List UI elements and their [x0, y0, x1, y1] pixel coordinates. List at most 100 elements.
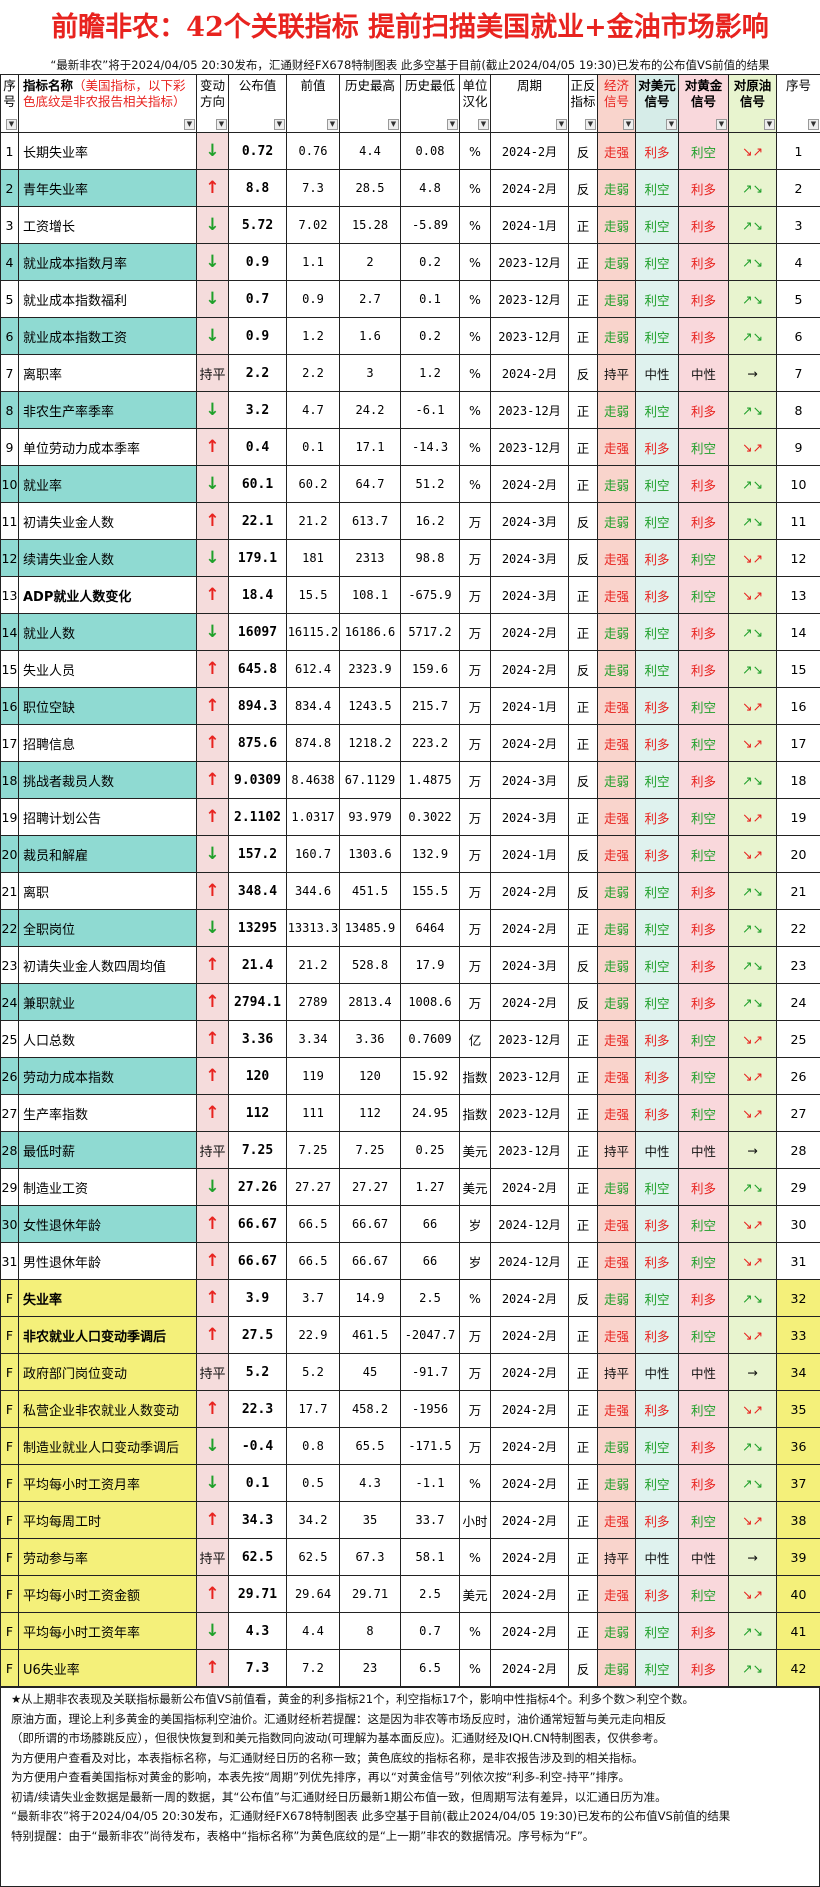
economic-signal: 走强	[597, 428, 636, 466]
previous-value: 181	[286, 539, 340, 577]
filter-dropdown-icon[interactable]: ▼	[216, 119, 227, 130]
table-row: F 平均每周工时 ↑ 34.3 34.2 35 33.7 小时 2024-2月正走强 利多 利空 ↘↗…	[0, 1501, 820, 1539]
period: 2024-2月	[490, 909, 569, 947]
change-direction: ↓	[196, 1168, 229, 1206]
unit: 万	[459, 983, 491, 1021]
historical-low: 58.1	[400, 1538, 460, 1576]
filter-dropdown-icon[interactable]: ▼	[478, 119, 489, 130]
arrow-up-icon: ↑	[205, 881, 220, 901]
filter-dropdown-icon[interactable]: ▼	[447, 119, 458, 130]
filter-dropdown-icon[interactable]: ▼	[6, 119, 17, 130]
historical-low: 5717.2	[400, 613, 460, 651]
row-number: 21	[776, 872, 820, 910]
row-number: 40	[776, 1575, 820, 1613]
arrow-down-icon: ↓	[205, 622, 220, 642]
indicator-name: 初请失业金人数	[18, 502, 197, 540]
period: 2024-2月	[490, 1279, 569, 1317]
filter-dropdown-icon[interactable]: ▼	[274, 119, 285, 130]
period: 2024-1月	[490, 206, 569, 244]
filter-dropdown-icon[interactable]: ▼	[623, 119, 634, 130]
unit: 万	[459, 946, 491, 984]
published-value: 3.9	[228, 1279, 287, 1317]
indicator-name: 挑战者裁员人数	[18, 761, 197, 799]
filter-dropdown-icon[interactable]: ▼	[388, 119, 399, 130]
historical-high: 14.9	[339, 1279, 401, 1317]
arrow-up-icon: ↑	[205, 1399, 220, 1419]
published-value: 0.7	[228, 280, 287, 318]
arrow-down-icon: ↓	[205, 918, 220, 938]
gold-signal: 利空	[678, 724, 729, 762]
filter-dropdown-icon[interactable]: ▼	[585, 119, 596, 130]
previous-value: 22.9	[286, 1316, 340, 1354]
pos-neg-indicator: 反	[568, 835, 598, 873]
period: 2023-12月	[490, 317, 569, 355]
filter-dropdown-icon[interactable]: ▼	[327, 119, 338, 130]
header-seq2: 序号 ▼	[776, 74, 820, 133]
header-period: 周期 ▼	[490, 74, 569, 133]
table-row: F 劳动参与率 持平 62.5 62.5 67.3 58.1% 2024-2月正持平 中性 中性 →…	[0, 1538, 820, 1576]
previous-value: 2.2	[286, 354, 340, 392]
previous-value: 0.9	[286, 280, 340, 318]
row-number: 33	[776, 1316, 820, 1354]
published-value: 7.3	[228, 1649, 287, 1687]
note-line: 原油方面，理论上利多黄金的美国指标利空油价。汇通财经析若提醒：这是因为非农等市场…	[11, 1711, 667, 1726]
period: 2024-2月	[490, 132, 569, 170]
change-direction: 持平	[196, 354, 229, 392]
previous-value: 612.4	[286, 650, 340, 688]
indicator-name: 就业成本指数工资	[18, 317, 197, 355]
flat-label: 持平	[199, 1366, 226, 1382]
historical-low: -14.3	[400, 428, 460, 466]
period: 2024-2月	[490, 1612, 569, 1650]
row-seq: F	[0, 1279, 19, 1317]
previous-value: 15.5	[286, 576, 340, 614]
table-row: 2 青年失业率 ↑ 8.8 7.3 28.5 4.8% 2024-2月反走弱 利空 利多 ↗↘ 2	[0, 169, 820, 207]
economic-signal: 走强	[597, 1205, 636, 1243]
historical-high: 66.67	[339, 1242, 401, 1280]
row-number: 25	[776, 1020, 820, 1058]
header-pn: 正反指标 ▼	[568, 74, 598, 133]
oil-signal: ↘↗	[728, 1242, 777, 1280]
economic-signal: 走弱	[597, 465, 636, 503]
filter-dropdown-icon[interactable]: ▼	[808, 119, 819, 130]
usd-signal: 利空	[635, 280, 679, 318]
indicator-name: 劳动力成本指数	[18, 1057, 197, 1095]
arrow-down-icon: ↓	[205, 215, 220, 235]
previous-value: 344.6	[286, 872, 340, 910]
row-number: 41	[776, 1612, 820, 1650]
table-row: 7 离职率 持平 2.2 2.2 3 1.2% 2024-2月反持平 中性 中性 → 7	[0, 354, 820, 392]
previous-value: 7.25	[286, 1131, 340, 1169]
filter-dropdown-icon[interactable]: ▼	[666, 119, 677, 130]
row-number: 32	[776, 1279, 820, 1317]
row-seq: 4	[0, 243, 19, 281]
note-line: （即所谓的市场膝跳反应），但很快恢复到和美元指数同向波动(可理解为基本面反应)。…	[11, 1731, 665, 1745]
arrow-up-icon: ↑	[205, 178, 220, 198]
economic-signal: 走强	[597, 1575, 636, 1613]
pos-neg-indicator: 正	[568, 613, 598, 651]
published-value: 60.1	[228, 465, 287, 503]
historical-low: 215.7	[400, 687, 460, 725]
pos-neg-indicator: 正	[568, 1094, 598, 1132]
oil-signal: ↗↘	[728, 1464, 777, 1502]
row-number: 14	[776, 613, 820, 651]
usd-signal: 利空	[635, 946, 679, 984]
pos-neg-indicator: 正	[568, 1464, 598, 1502]
filter-dropdown-icon[interactable]: ▼	[716, 119, 727, 130]
filter-dropdown-icon[interactable]: ▼	[556, 119, 567, 130]
unit: 小时	[459, 1501, 491, 1539]
economic-signal: 走强	[597, 1020, 636, 1058]
previous-value: 7.3	[286, 169, 340, 207]
historical-high: 1243.5	[339, 687, 401, 725]
historical-high: 8	[339, 1612, 401, 1650]
usd-signal: 利多	[635, 132, 679, 170]
pos-neg-indicator: 反	[568, 132, 598, 170]
unit: 万	[459, 613, 491, 651]
period: 2023-12月	[490, 280, 569, 318]
gold-signal: 利多	[678, 761, 729, 799]
change-direction: ↑	[196, 1020, 229, 1058]
change-direction: ↑	[196, 1501, 229, 1539]
historical-high: 15.28	[339, 206, 401, 244]
historical-low: 1.4875	[400, 761, 460, 799]
usd-signal: 利空	[635, 613, 679, 651]
filter-dropdown-icon[interactable]: ▼	[764, 119, 775, 130]
filter-dropdown-icon[interactable]: ▼	[184, 119, 195, 130]
